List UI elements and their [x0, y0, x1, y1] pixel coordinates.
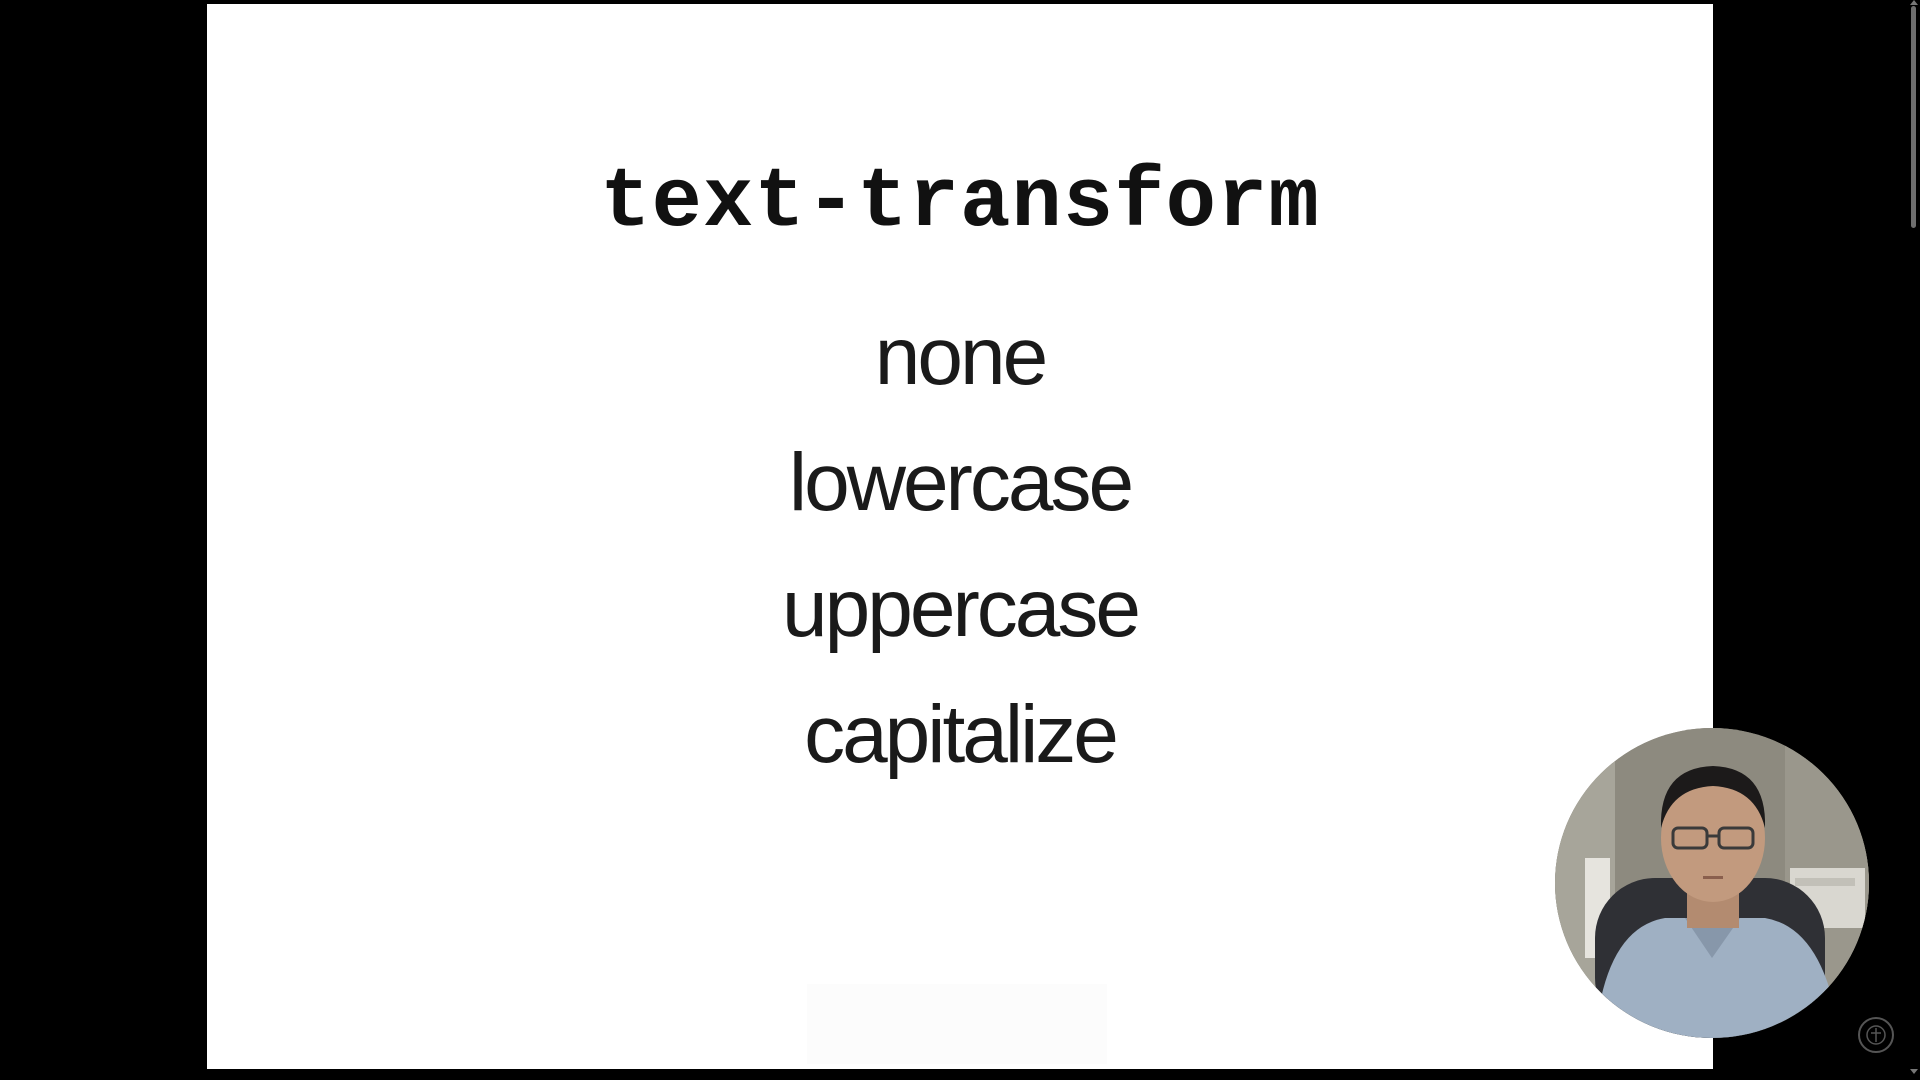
channel-watermark-icon[interactable]	[1858, 1017, 1894, 1053]
scroll-down-arrow-icon[interactable]	[1910, 1069, 1918, 1074]
video-player: text-transform none lowercase uppercase …	[0, 0, 1920, 1080]
scrollbar-thumb[interactable]	[1911, 6, 1916, 228]
text-transform-values: none lowercase uppercase capitalize	[207, 294, 1713, 798]
presenter-webcam	[1555, 728, 1869, 1038]
presentation-slide: text-transform none lowercase uppercase …	[207, 4, 1713, 1069]
scroll-up-arrow-icon[interactable]	[1910, 0, 1918, 5]
value-none: none	[874, 311, 1048, 402]
value-uppercase: uppercase	[782, 563, 1141, 654]
slide-title: text-transform	[600, 156, 1320, 251]
watermark-glyph-icon	[1866, 1025, 1886, 1045]
value-capitalize: capitalize	[804, 689, 1119, 780]
presenter-webcam-image	[1555, 728, 1869, 1038]
value-lowercase: lowercase	[788, 437, 1134, 528]
faint-footer-area	[807, 984, 1107, 1064]
vertical-scrollbar[interactable]	[1908, 0, 1920, 1080]
